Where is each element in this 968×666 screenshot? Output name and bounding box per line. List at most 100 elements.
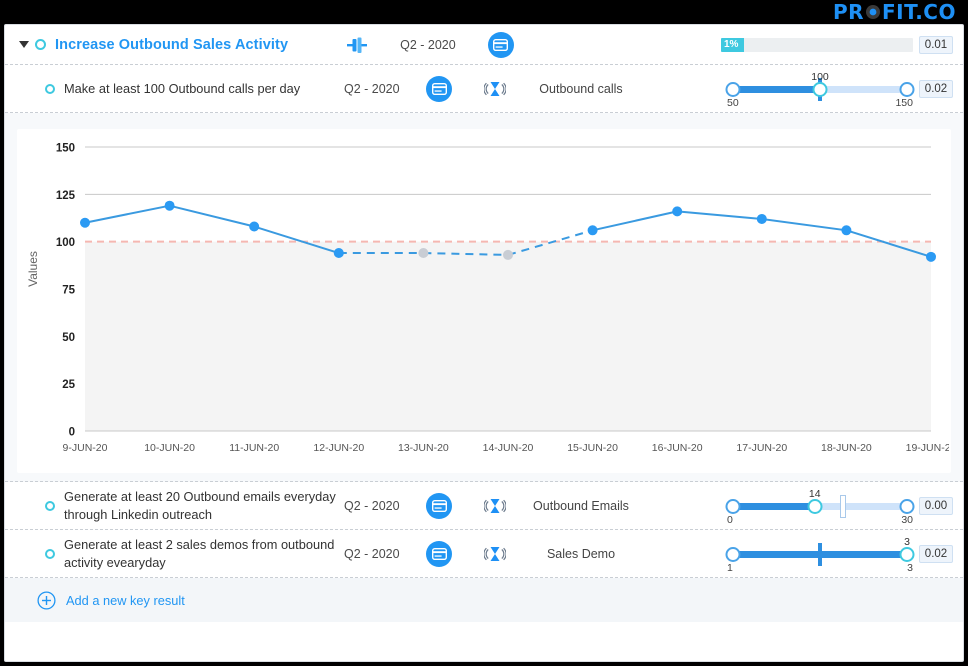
key-result-value[interactable]: 0.02 — [919, 79, 953, 98]
key-result-slider-group[interactable]: 14 0 30 0.00 — [725, 487, 953, 526]
slider-knob-min[interactable] — [725, 498, 741, 514]
chart-y-tick-label: 25 — [62, 379, 75, 391]
okr-card: Increase Outbound Sales Activity Q2 - 20… — [4, 24, 964, 662]
card-icon[interactable] — [426, 75, 452, 102]
status-ring-icon — [35, 39, 46, 50]
slider-knob-min[interactable] — [725, 81, 741, 97]
chart-x-tick-label: 14-JUN-20 — [483, 442, 534, 454]
slider-knob-current[interactable] — [812, 81, 828, 97]
key-result-row[interactable]: Generate at least 2 sales demos from out… — [5, 530, 963, 578]
chart-line-segment — [677, 210, 762, 220]
drop-logo-icon — [865, 4, 881, 20]
key-result-metric-name: Outbound calls — [539, 81, 623, 96]
slider-current-label: 100 — [811, 70, 829, 83]
objective-title[interactable]: Increase Outbound Sales Activity — [55, 37, 288, 53]
chart-line-segment — [169, 204, 255, 228]
top-logo-bar: PR FIT.CO — [0, 0, 968, 24]
caret-down-icon[interactable] — [17, 38, 31, 52]
range-slider[interactable]: 14 0 30 — [725, 487, 915, 526]
chart-data-point — [926, 251, 936, 262]
key-result-slider-group[interactable]: 3 1 3 0.02 — [725, 535, 953, 574]
chart-container: 0 25 50 75 100 125 150 Values 9-JUN-20 10-JUN-20 1… — [17, 129, 951, 473]
slider-max-label: 150 — [895, 96, 913, 109]
chart-x-tick-label: 9-JUN-20 — [63, 442, 108, 454]
objective-period: Q2 - 2020 — [400, 37, 456, 52]
slider-knob-max[interactable] — [899, 81, 915, 97]
slider-target-tick — [818, 542, 822, 566]
slider-min-label: 0 — [727, 513, 733, 526]
logo-text-left: PR — [832, 0, 864, 24]
card-icon[interactable] — [426, 492, 452, 519]
status-ring-icon — [45, 83, 55, 94]
chart-data-point — [333, 248, 344, 259]
progress-fill: 1% — [721, 37, 745, 52]
key-result-period: Q2 - 2020 — [344, 546, 400, 561]
objective-progress[interactable]: 1% 0.01 — [721, 35, 953, 54]
key-result-row[interactable]: Generate at least 20 Outbound emails eve… — [5, 482, 963, 530]
key-result-value[interactable]: 0.02 — [919, 544, 953, 563]
range-slider[interactable]: 100 50 150 — [725, 70, 915, 109]
chart-data-point — [418, 248, 429, 259]
key-result-slider-group[interactable]: 100 50 150 0.02 — [725, 70, 953, 109]
plus-circle-icon[interactable] — [37, 590, 56, 610]
slider-knob-current[interactable] — [899, 546, 915, 562]
slider-current-label: 3 — [904, 535, 910, 548]
slider-target-tick — [839, 494, 846, 518]
key-result-period: Q2 - 2020 — [344, 81, 400, 96]
kpi-metric-icon[interactable] — [484, 78, 506, 100]
key-result-period: Q2 - 2020 — [344, 498, 400, 513]
card-icon-circle — [487, 31, 514, 58]
slider-fill — [733, 85, 820, 93]
card-icon-circle — [426, 75, 452, 102]
chart-x-tick-label: 10-JUN-20 — [144, 442, 195, 454]
chart-y-tick-label: 100 — [56, 237, 75, 249]
chart-x-tick-label: 17-JUN-20 — [736, 442, 787, 454]
key-result-title[interactable]: Make at least 100 Outbound calls per day — [64, 80, 344, 97]
chart-y-tick-label: 0 — [69, 427, 75, 439]
objective-row[interactable]: Increase Outbound Sales Activity Q2 - 20… — [5, 25, 963, 65]
chart-x-tick-label: 18-JUN-20 — [821, 442, 872, 454]
key-result-metric-name: Sales Demo — [546, 546, 616, 561]
chart-y-axis-label: Values — [26, 251, 40, 287]
chart-line-segment — [84, 204, 170, 224]
chart-y-tick-label: 75 — [62, 285, 75, 297]
key-result-value[interactable]: 0.00 — [919, 496, 953, 515]
card-icon[interactable] — [487, 31, 514, 58]
slider-current-label: 14 — [808, 487, 821, 500]
kpi-metric-icon[interactable] — [484, 543, 506, 565]
status-ring-icon — [45, 548, 55, 559]
slider-knob-max[interactable] — [899, 498, 915, 514]
slider-min-label: 1 — [727, 561, 733, 574]
align-center-icon[interactable] — [344, 33, 370, 57]
chart-x-tick-label: 12-JUN-20 — [313, 442, 364, 454]
card-icon[interactable] — [426, 540, 452, 567]
objective-value[interactable]: 0.01 — [919, 35, 953, 54]
key-result-row[interactable]: Make at least 100 Outbound calls per day… — [5, 65, 963, 113]
chart-y-tick-label: 150 — [56, 143, 75, 155]
profit-co-logo[interactable]: PR FIT.CO — [833, 0, 956, 24]
kpi-metric-icon[interactable] — [484, 495, 506, 517]
range-slider[interactable]: 3 1 3 — [725, 535, 915, 574]
key-result-title[interactable]: Generate at least 2 sales demos from out… — [64, 536, 344, 571]
key-result-title[interactable]: Generate at least 20 Outbound emails eve… — [64, 488, 344, 523]
chart-x-tick-label: 15-JUN-20 — [567, 442, 618, 454]
screenshot-root: PR FIT.CO Increase Outbound Sales Activi… — [0, 0, 968, 666]
slider-max-label: 30 — [901, 513, 913, 526]
progress-track[interactable]: 1% — [721, 37, 913, 52]
slider-knob-current[interactable] — [807, 498, 823, 514]
chart-data-point — [587, 225, 598, 236]
chart-shaded-region — [85, 241, 931, 431]
chart-line-segment — [761, 217, 847, 232]
chart-data-point — [80, 217, 90, 228]
slider-knob-min[interactable] — [725, 546, 741, 562]
chart-y-tick-label: 50 — [62, 332, 75, 344]
chart-data-point — [164, 200, 175, 211]
progress-percent-label: 1% — [724, 39, 739, 50]
slider-min-label: 50 — [727, 96, 739, 109]
chart-data-point — [841, 225, 852, 236]
chart-panel: 0 25 50 75 100 125 150 Values 9-JUN-20 10-JUN-20 1… — [5, 113, 963, 482]
add-key-result-label[interactable]: Add a new key result — [66, 593, 185, 608]
add-key-result-bar[interactable]: Add a new key result — [5, 578, 963, 622]
chart-y-tick-label: 125 — [56, 190, 76, 202]
key-result-metric-name: Outbound Emails — [533, 498, 629, 513]
